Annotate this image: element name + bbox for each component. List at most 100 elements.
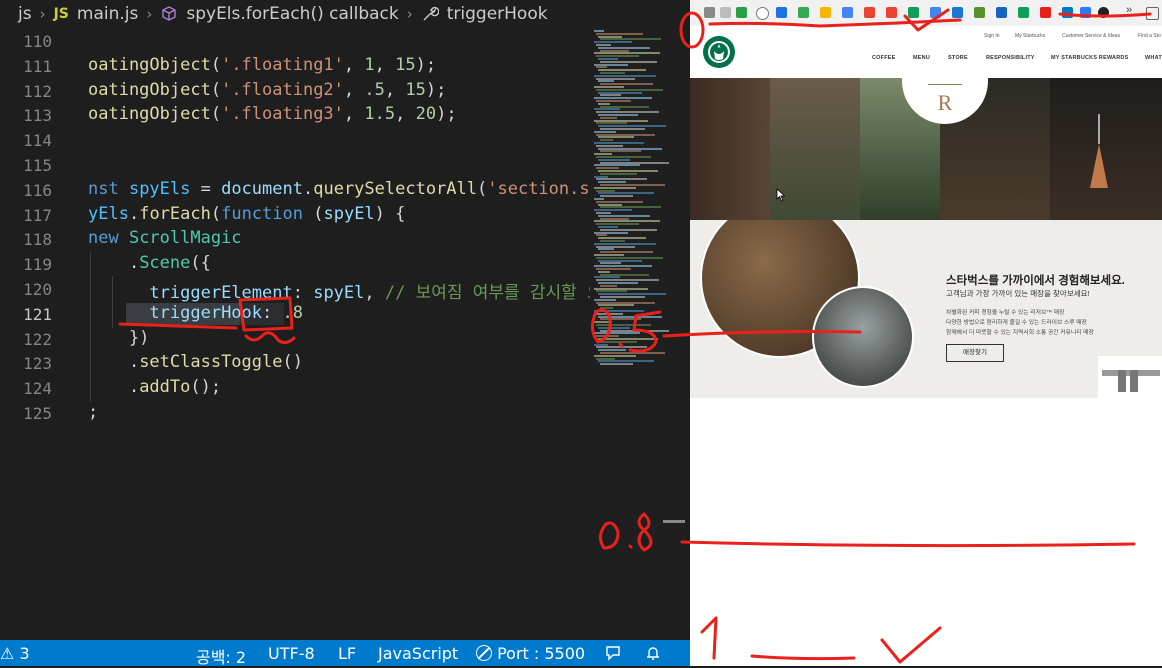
bookmark-icon[interactable] <box>842 7 853 18</box>
code-line[interactable]: oatingObject('.floating3', 1.5, 20); <box>88 104 457 124</box>
bookmark-icon[interactable] <box>1080 7 1091 18</box>
minimap-line <box>598 158 630 161</box>
code-token: '.floating3' <box>221 104 344 125</box>
breadcrumb-symbol-property[interactable]: triggerHook <box>421 4 548 24</box>
problems-indicator[interactable]: ⚠ 3 <box>0 644 30 663</box>
minimap-line <box>594 30 604 32</box>
browser-preview[interactable]: » Sign In My Starbucks Customer Service … <box>690 0 1162 666</box>
line-number: 112 <box>23 81 52 101</box>
code-line[interactable]: triggerHook: .8 <box>88 303 303 323</box>
nav-coffee[interactable]: COFFEE <box>872 55 896 61</box>
folder-icon[interactable] <box>1146 7 1159 20</box>
bookmark-icon[interactable] <box>974 7 985 18</box>
minimap-line <box>596 178 647 181</box>
minimap-line <box>600 273 649 276</box>
google-icon[interactable] <box>756 7 769 20</box>
bookmark-icon[interactable] <box>952 7 963 18</box>
minimap-line <box>594 265 652 268</box>
minimap-line <box>600 49 629 52</box>
minimap-line <box>594 175 608 178</box>
code-token: , <box>343 54 365 75</box>
code-line[interactable]: yEls.forEach(function (spyEl) { <box>88 204 405 224</box>
customer-service-link[interactable]: Customer Service & Ideas <box>1062 33 1120 39</box>
code-line[interactable]: new ScrollMagic <box>88 228 242 248</box>
drive-icon[interactable] <box>798 7 809 18</box>
minimap-line <box>594 242 656 245</box>
minimap-line <box>598 226 618 228</box>
trello-icon[interactable] <box>1062 7 1073 18</box>
code-line[interactable]: }) <box>88 328 149 348</box>
code-token: ) { <box>374 203 406 224</box>
breadcrumb-file[interactable]: JS main.js <box>54 4 139 24</box>
code-line[interactable]: oatingObject('.floating1', 1, 15); <box>88 55 436 75</box>
hero-image <box>690 78 770 220</box>
status-indentation[interactable]: 공백: 2 <box>196 644 246 668</box>
bell-icon[interactable] <box>644 644 662 666</box>
sign-in-link[interactable]: Sign In <box>984 33 1000 39</box>
sheets-icon[interactable] <box>908 7 919 18</box>
code-token: : <box>262 302 283 323</box>
find-store-link[interactable]: Find a Sto <box>1138 33 1161 39</box>
scrollbar-thumb[interactable] <box>663 520 685 523</box>
bookmark-icon[interactable] <box>720 7 731 18</box>
code-line[interactable]: ; <box>88 402 98 422</box>
code-line[interactable]: .Scene({ <box>88 253 211 273</box>
nav-rewards[interactable]: MY STARBUCKS REWARDS <box>1051 55 1128 61</box>
code-line[interactable]: .setClassToggle() <box>88 352 303 372</box>
live-server-port[interactable]: Port : 5500 <box>476 644 585 663</box>
gmail-icon[interactable] <box>886 7 897 18</box>
line-number: 124 <box>23 379 52 399</box>
store-desc-3: 함께해서 더 따뜻할 수 있는 지역사회 소통 공간 커뮤니티 매장 <box>946 330 1094 336</box>
code-token: . <box>88 377 140 398</box>
nav-menu[interactable]: MENU <box>913 55 930 61</box>
status-eol[interactable]: LF <box>338 644 356 663</box>
store-decoration <box>1098 356 1162 398</box>
feedback-icon[interactable] <box>604 644 622 666</box>
my-starbucks-link[interactable]: My Starbucks <box>1015 33 1045 39</box>
code-token: , <box>343 104 365 125</box>
line-number: 114 <box>23 131 52 151</box>
code-line[interactable]: .addTo(); <box>88 377 221 397</box>
github-icon[interactable] <box>1098 7 1109 18</box>
status-encoding[interactable]: UTF-8 <box>268 644 315 663</box>
code-token: ); <box>425 79 447 100</box>
code-line[interactable]: oatingObject('.floating2', .5, 15); <box>88 80 446 100</box>
chevron-double-right-icon[interactable]: » <box>1126 4 1132 16</box>
code-token: spyEl <box>323 203 375 224</box>
bookmark-icon[interactable] <box>820 7 831 18</box>
docs-icon[interactable] <box>930 7 941 18</box>
find-store-button[interactable]: 매장찾기 <box>946 344 1004 362</box>
gmail-icon[interactable] <box>864 7 875 18</box>
bookmark-icon[interactable] <box>1018 7 1029 18</box>
minimap-line <box>596 189 615 192</box>
starbucks-logo-icon[interactable] <box>702 35 736 69</box>
minimap[interactable] <box>590 28 685 640</box>
apps-icon[interactable] <box>704 7 715 18</box>
minimap-line <box>596 301 655 304</box>
minimap-line <box>598 114 638 116</box>
minimap-line <box>594 119 648 122</box>
code-token: , <box>343 79 365 100</box>
code-token: ; <box>88 402 99 422</box>
nav-store[interactable]: STORE <box>948 55 968 61</box>
dropbox-icon[interactable] <box>776 7 787 18</box>
hero-section: R <box>690 78 1162 220</box>
breadcrumb-symbol-callback[interactable]: spyEls.forEach() callback <box>160 4 399 24</box>
minimap-line <box>598 203 622 206</box>
code-line[interactable]: nst spyEls = document.querySelectorAll('… <box>88 179 600 199</box>
nav-what[interactable]: WHAT <box>1145 55 1162 61</box>
bookmark-icon[interactable] <box>996 7 1007 18</box>
code-token: ( <box>210 203 222 224</box>
minimap-line <box>598 170 658 172</box>
minimap-line <box>594 142 644 144</box>
line-number: 113 <box>23 106 52 126</box>
bookmark-icon[interactable] <box>736 7 747 18</box>
breadcrumb-folder[interactable]: js <box>18 4 32 24</box>
nav-responsibility[interactable]: RESPONSIBILITY <box>986 55 1035 61</box>
code-token: ( <box>210 79 222 100</box>
code-line[interactable]: triggerElement: spyEl, // 보여짐 여부를 감시할 요소… <box>88 278 634 303</box>
code-editor[interactable]: js › JS main.js › spyEls.forEach() callba… <box>0 0 685 640</box>
youtube-icon[interactable] <box>1040 7 1051 18</box>
status-language[interactable]: JavaScript <box>378 644 458 663</box>
minimap-line <box>598 46 650 49</box>
